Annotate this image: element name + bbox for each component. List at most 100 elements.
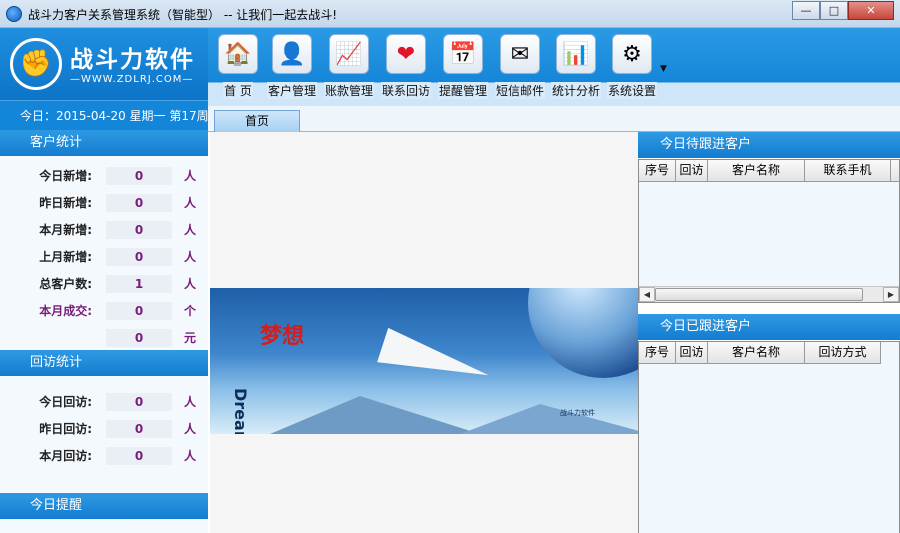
logo-area: ✊ 战斗力软件 —WWW.ZDLRJ.COM— xyxy=(0,28,208,100)
analytics-icon: 📊 xyxy=(556,34,596,74)
stat-label: 总客户数: xyxy=(39,277,92,291)
reminder-header: 今日提醒 xyxy=(0,493,208,519)
column-header[interactable]: 回访方式 xyxy=(805,342,881,363)
toolbar-label: 首 页 xyxy=(223,82,253,99)
minimize-button[interactable]: — xyxy=(792,1,820,20)
banner-brand: 战斗力软件 xyxy=(560,409,595,417)
mountain-graphic xyxy=(270,396,480,434)
toolbar-label: 联系回访 xyxy=(380,82,431,99)
planet-graphic xyxy=(528,288,638,378)
scroll-left-arrow-icon[interactable]: ◀ xyxy=(639,287,655,302)
calendar-icon: 📅 xyxy=(443,34,483,74)
toolbar-label: 统计分析 xyxy=(550,82,601,99)
stat-row: 本月回访: 0 人 xyxy=(0,442,208,469)
customer-icon: 👤 xyxy=(272,34,312,74)
account-chart-icon: 📈 xyxy=(329,34,369,74)
logo-fist-icon: ✊ xyxy=(10,38,62,90)
visit-stats-header: 回访统计 xyxy=(0,350,208,376)
stat-value: 0 xyxy=(106,446,172,465)
stat-label: 本月成交: xyxy=(39,304,92,318)
column-header[interactable]: 联系手机 xyxy=(805,160,891,181)
toolbar-label: 提醒管理 xyxy=(437,82,488,99)
toolbar-visit-button[interactable]: ❤ 联系回访 xyxy=(376,34,436,104)
stat-label: 今日新增: xyxy=(39,169,92,183)
column-header[interactable]: 客户名称 xyxy=(708,160,805,181)
heart-icon: ❤ xyxy=(386,34,426,74)
toolbar-overflow-arrow-icon[interactable]: ▼ xyxy=(660,64,667,74)
home-icon: 🏠 xyxy=(218,34,258,74)
banner-dream-en: Dream xyxy=(231,388,250,434)
stat-value: 0 xyxy=(106,166,172,185)
stat-value: 0 xyxy=(106,419,172,438)
stat-value: 0 xyxy=(106,301,172,320)
paper-plane-graphic xyxy=(377,327,493,397)
stat-row: 昨日新增: 0 人 xyxy=(0,189,208,216)
tab-strip: 首页 xyxy=(208,106,900,132)
stat-row: 今日新增: 0 人 xyxy=(0,162,208,189)
left-panel: ✊ 战斗力软件 —WWW.ZDLRJ.COM— 今日：2015-04-20 星期… xyxy=(0,28,209,533)
toolbar-home-button[interactable]: 🏠 首 页 xyxy=(208,34,268,104)
stat-row: 总客户数: 1 人 xyxy=(0,270,208,297)
center-content: 梦想 Dream 战斗力软件 xyxy=(210,132,638,533)
toolbar-label: 账款管理 xyxy=(323,82,374,99)
column-header[interactable]: 序号 xyxy=(639,342,676,363)
scrollbar-thumb[interactable] xyxy=(655,288,863,301)
toolbar-label: 客户管理 xyxy=(266,82,317,99)
customer-stats: 今日新增: 0 人 昨日新增: 0 人 本月新增: 0 人 上月新增: 0 人 … xyxy=(0,156,208,347)
window-controls: — □ ✕ xyxy=(792,1,894,20)
toolbar-label: 系统设置 xyxy=(606,82,657,99)
close-button[interactable]: ✕ xyxy=(848,1,894,20)
followed-customers-grid[interactable]: 序号 回访 客户名称 回访方式 xyxy=(638,341,900,533)
title-bar: 战斗力客户关系管理系统（智能型） -- 让我们一起去战斗! — □ ✕ xyxy=(0,0,900,28)
column-header[interactable]: 回访 xyxy=(676,342,708,363)
grid-header: 序号 回访 客户名称 回访方式 xyxy=(639,342,881,364)
stat-unit: 人 xyxy=(184,169,197,183)
done-panel-title: 今日已跟进客户 xyxy=(638,314,900,340)
stat-unit: 人 xyxy=(184,250,197,264)
toolbar-customer-button[interactable]: 👤 客户管理 xyxy=(262,34,322,104)
toolbar-reminder-button[interactable]: 📅 提醒管理 xyxy=(433,34,493,104)
right-panel: 今日待跟进客户 序号 回访 客户名称 联系手机 ◀ ▶ 今日已跟进客户 序号 回… xyxy=(638,132,900,533)
stat-unit: 元 xyxy=(184,331,197,345)
stat-unit: 人 xyxy=(184,196,197,210)
column-header[interactable]: 回访 xyxy=(676,160,708,181)
stat-label: 上月新增: xyxy=(39,250,92,264)
toolbar-sms-mail-button[interactable]: ✉ 短信邮件 xyxy=(490,34,550,104)
scroll-right-arrow-icon[interactable]: ▶ xyxy=(883,287,899,302)
customer-stats-header: 客户统计 xyxy=(0,130,208,156)
app-icon xyxy=(6,6,22,22)
stat-unit: 人 xyxy=(184,277,197,291)
mail-icon: ✉ xyxy=(500,34,540,74)
stat-row: 本月新增: 0 人 xyxy=(0,216,208,243)
stat-label: 昨日新增: xyxy=(39,196,92,210)
stat-unit: 人 xyxy=(184,422,197,436)
stat-label: 本月回访: xyxy=(39,449,92,463)
stat-label: 本月新增: xyxy=(39,223,92,237)
tab-home[interactable]: 首页 xyxy=(214,110,300,132)
stat-unit: 个 xyxy=(184,304,197,318)
stat-row: 昨日回访: 0 人 xyxy=(0,415,208,442)
toolbar-label: 短信邮件 xyxy=(494,82,545,99)
column-header[interactable]: 序号 xyxy=(639,160,676,181)
stat-value: 0 xyxy=(106,220,172,239)
maximize-button[interactable]: □ xyxy=(820,1,848,20)
visit-stats: 今日回访: 0 人 昨日回访: 0 人 本月回访: 0 人 xyxy=(0,376,208,489)
horizontal-scrollbar[interactable]: ◀ ▶ xyxy=(639,286,899,302)
pending-panel-title: 今日待跟进客户 xyxy=(638,132,900,158)
toolbar-analytics-button[interactable]: 📊 统计分析 xyxy=(546,34,606,104)
stat-value: 0 xyxy=(106,328,172,347)
stat-row: 上月新增: 0 人 xyxy=(0,243,208,270)
stat-label: 昨日回访: xyxy=(39,422,92,436)
dream-banner-image: 梦想 Dream 战斗力软件 xyxy=(210,288,638,434)
stat-row: 今日回访: 0 人 xyxy=(0,388,208,415)
date-line: 今日：2015-04-20 星期一 第17周 xyxy=(0,100,209,130)
column-header[interactable]: 客户名称 xyxy=(708,342,805,363)
stat-label: 今日回访: xyxy=(39,395,92,409)
stat-unit: 人 xyxy=(184,395,197,409)
toolbar-account-button[interactable]: 📈 账款管理 xyxy=(319,34,379,104)
stat-value: 0 xyxy=(106,392,172,411)
grid-header: 序号 回访 客户名称 联系手机 xyxy=(639,160,899,182)
pending-customers-grid[interactable]: 序号 回访 客户名称 联系手机 ◀ ▶ xyxy=(638,159,900,303)
toolbar-settings-button[interactable]: ⚙ 系统设置 xyxy=(602,34,662,104)
stat-row: 本月成交: 0 个 xyxy=(0,297,208,324)
